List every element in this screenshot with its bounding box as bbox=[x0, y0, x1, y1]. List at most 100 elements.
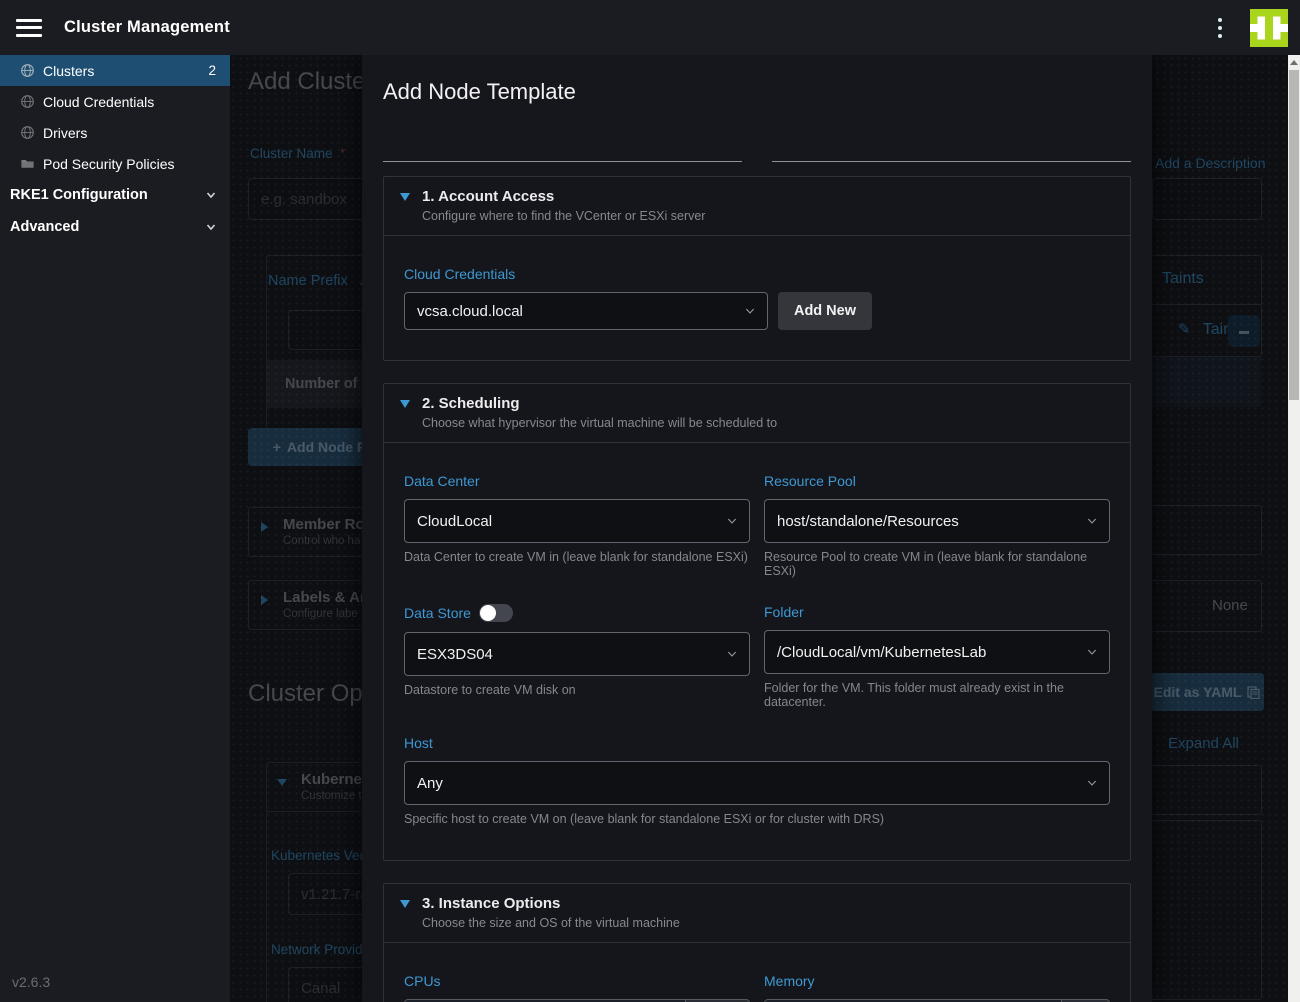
section-subtitle: Choose the size and OS of the virtual ma… bbox=[422, 916, 680, 930]
memory-field: Memory MB bbox=[764, 973, 1110, 1002]
cloud-credentials-label: Cloud Credentials bbox=[404, 266, 1110, 282]
minus-icon: ▬ bbox=[1239, 326, 1249, 337]
table-header-label: Name Prefix bbox=[268, 273, 348, 289]
chevron-down-icon bbox=[1087, 778, 1097, 788]
scrollbar-thumb[interactable] bbox=[1289, 70, 1299, 400]
chevron-down-icon bbox=[727, 516, 737, 526]
sidebar-item-pod-security-policies[interactable]: Pod Security Policies bbox=[0, 148, 230, 179]
folder-dropdown[interactable]: /CloudLocal/vm/KubernetesLab bbox=[764, 630, 1110, 674]
template-description-field-underline[interactable] bbox=[772, 161, 1131, 162]
resource-pool-dropdown[interactable]: host/standalone/Resources bbox=[764, 499, 1110, 543]
background-box bbox=[1150, 505, 1262, 555]
none-value: None bbox=[1212, 597, 1248, 614]
plus-icon: + bbox=[273, 439, 281, 455]
required-asterisk: * bbox=[340, 146, 345, 160]
chevron-down-icon bbox=[727, 649, 737, 659]
page-title: Add Cluster bbox=[248, 68, 373, 96]
section-instance-options-header[interactable]: 3. Instance Options Choose the size and … bbox=[384, 884, 1130, 942]
sidebar-item-drivers[interactable]: Drivers bbox=[0, 117, 230, 148]
kebab-menu-icon[interactable] bbox=[1212, 14, 1228, 42]
description-textarea[interactable] bbox=[1152, 178, 1262, 220]
resource-pool-field: Resource Pool host/standalone/Resources … bbox=[764, 473, 1110, 578]
resource-pool-help: Resource Pool to create VM in (leave bla… bbox=[764, 550, 1110, 578]
cloud-credentials-dropdown[interactable]: vcsa.cloud.local bbox=[404, 292, 768, 330]
table-header-name-prefix[interactable]: Name Prefix ▲▼ bbox=[268, 273, 376, 289]
expand-all-link[interactable]: Expand All bbox=[1168, 735, 1239, 752]
folder-label: Folder bbox=[764, 604, 1110, 620]
section-titles: 2. Scheduling Choose what hypervisor the… bbox=[422, 395, 777, 430]
vertical-scrollbar[interactable] bbox=[1288, 55, 1300, 1002]
data-center-help: Data Center to create VM in (leave blank… bbox=[404, 550, 750, 564]
hamburger-menu-icon[interactable] bbox=[16, 19, 42, 37]
data-center-dropdown[interactable]: CloudLocal bbox=[404, 499, 750, 543]
host-value: Any bbox=[417, 775, 443, 792]
host-dropdown[interactable]: Any bbox=[404, 761, 1110, 805]
memory-label: Memory bbox=[764, 973, 1110, 989]
up-triangle-icon bbox=[1290, 60, 1298, 65]
edit-as-yaml-button[interactable]: Edit as YAML bbox=[1150, 673, 1264, 711]
header-actions bbox=[1212, 9, 1288, 47]
chevron-down-icon bbox=[745, 306, 755, 316]
background-box bbox=[1150, 765, 1262, 815]
sidebar-item-clusters[interactable]: Clusters 2 bbox=[0, 55, 230, 86]
chevron-down-icon bbox=[206, 222, 216, 232]
chevron-down-icon bbox=[206, 190, 216, 200]
top-header: Cluster Management bbox=[0, 0, 1300, 55]
edit-as-yaml-label: Edit as YAML bbox=[1154, 684, 1242, 700]
resource-pool-value: host/standalone/Resources bbox=[777, 513, 959, 530]
pencil-icon: ✎ bbox=[1178, 321, 1191, 338]
section-subtitle: Choose what hypervisor the virtual machi… bbox=[422, 416, 777, 430]
data-center-field: Data Center CloudLocal Data Center to cr… bbox=[404, 473, 750, 578]
scrollbar-up-arrow[interactable] bbox=[1288, 55, 1300, 69]
hamburger-bar bbox=[16, 34, 42, 37]
cluster-name-label-text: Cluster Name bbox=[250, 146, 333, 161]
clusters-count-badge: 2 bbox=[208, 63, 216, 78]
sidebar-nav: Clusters 2 Cloud Credentials Drivers Pod… bbox=[0, 55, 230, 1002]
kebab-dot bbox=[1218, 18, 1222, 22]
expand-triangle-icon bbox=[400, 900, 410, 908]
triangle-right-icon bbox=[261, 595, 268, 605]
triangle-down-icon bbox=[277, 779, 287, 786]
section-title: 1. Account Access bbox=[422, 188, 705, 205]
user-avatar[interactable] bbox=[1250, 9, 1288, 47]
data-store-label: Data Store bbox=[404, 604, 750, 622]
section-instance-options: 3. Instance Options Choose the size and … bbox=[383, 883, 1131, 1002]
template-name-field-underline[interactable] bbox=[383, 161, 742, 162]
globe-icon bbox=[20, 94, 35, 109]
host-field: Host Any Specific host to create VM on (… bbox=[404, 735, 1110, 826]
folder-value: /CloudLocal/vm/KubernetesLab bbox=[777, 644, 986, 661]
sidebar-group-rke1-configuration[interactable]: RKE1 Configuration bbox=[0, 179, 230, 211]
clipboard-icon bbox=[1247, 685, 1260, 699]
sidebar-group-label: RKE1 Configuration bbox=[10, 187, 148, 203]
section-account-access-header[interactable]: 1. Account Access Configure where to fin… bbox=[384, 177, 1130, 235]
sidebar-group-advanced[interactable]: Advanced bbox=[0, 211, 230, 243]
hamburger-bar bbox=[16, 26, 42, 29]
data-store-dropdown[interactable]: ESX3DS04 bbox=[404, 632, 750, 676]
network-provider-label: Network Provide bbox=[271, 942, 370, 957]
taints-header-label: Taints bbox=[1162, 270, 1204, 288]
add-description-link[interactable]: Add a Description bbox=[1155, 155, 1266, 171]
sidebar-group-label: Advanced bbox=[10, 219, 79, 235]
add-new-button[interactable]: Add New bbox=[778, 292, 872, 330]
section-subtitle: Configure where to find the VCenter or E… bbox=[422, 209, 705, 223]
avatar-identicon bbox=[1250, 9, 1288, 47]
cpus-field: CPUs Cores bbox=[404, 973, 750, 1002]
section-scheduling-header[interactable]: 2. Scheduling Choose what hypervisor the… bbox=[384, 384, 1130, 442]
data-center-label: Data Center bbox=[404, 473, 750, 489]
toggle-knob bbox=[480, 605, 496, 621]
remove-taint-button[interactable]: ▬ bbox=[1228, 315, 1260, 347]
kebab-dot bbox=[1218, 34, 1222, 38]
folder-icon bbox=[20, 156, 35, 171]
data-store-toggle[interactable] bbox=[479, 604, 513, 622]
taints-footer-row bbox=[1151, 357, 1261, 407]
sidebar-item-label: Clusters bbox=[43, 63, 94, 79]
data-store-field: Data Store ESX3DS04 Datastore to create … bbox=[404, 604, 750, 709]
sidebar-item-cloud-credentials[interactable]: Cloud Credentials bbox=[0, 86, 230, 117]
expand-triangle-icon bbox=[400, 193, 410, 201]
chevron-down-icon bbox=[1087, 647, 1097, 657]
cluster-name-label: Cluster Name * bbox=[250, 146, 345, 161]
background-box bbox=[1150, 820, 1262, 1000]
folder-field: Folder /CloudLocal/vm/KubernetesLab Fold… bbox=[764, 604, 1110, 709]
globe-icon bbox=[20, 63, 35, 78]
section-account-access-body: Cloud Credentials vcsa.cloud.local Add N… bbox=[384, 235, 1130, 360]
